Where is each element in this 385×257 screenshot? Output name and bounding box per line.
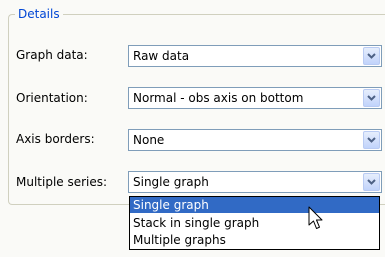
orientation-dropdown-button[interactable] <box>363 89 380 107</box>
axis-borders-select[interactable]: None <box>128 129 382 151</box>
orientation-label: Orientation: <box>16 91 88 105</box>
orientation-select[interactable]: Normal - obs axis on bottom <box>128 87 382 109</box>
dropdown-option-multiple-graphs[interactable]: Multiple graphs <box>130 232 379 248</box>
multiple-series-select-value: Single graph <box>133 175 209 189</box>
axis-borders-dropdown-button[interactable] <box>363 131 380 149</box>
graph-data-dropdown-button[interactable] <box>363 47 380 65</box>
multiple-series-select[interactable]: Single graph <box>128 171 382 193</box>
chevron-down-icon <box>367 53 376 59</box>
chevron-down-icon <box>367 95 376 101</box>
details-legend: Details <box>15 6 63 22</box>
axis-borders-label: Axis borders: <box>16 132 95 146</box>
chevron-down-icon <box>367 179 376 185</box>
multiple-series-label: Multiple series: <box>16 175 108 189</box>
dropdown-option-stack-in-single-graph[interactable]: Stack in single graph <box>130 215 379 231</box>
graph-data-label: Graph data: <box>16 48 88 62</box>
orientation-select-value: Normal - obs axis on bottom <box>133 91 304 105</box>
chevron-down-icon <box>367 137 376 143</box>
axis-borders-select-value: None <box>133 133 165 147</box>
multiple-series-dropdown-button[interactable] <box>363 173 380 191</box>
graph-data-select-value: Raw data <box>133 49 190 63</box>
mouse-pointer-icon <box>308 206 323 229</box>
dropdown-option-single-graph[interactable]: Single graph <box>130 197 379 213</box>
multiple-series-dropdown-list: Single graph Stack in single graph Multi… <box>129 196 380 250</box>
graph-data-select[interactable]: Raw data <box>128 45 382 67</box>
